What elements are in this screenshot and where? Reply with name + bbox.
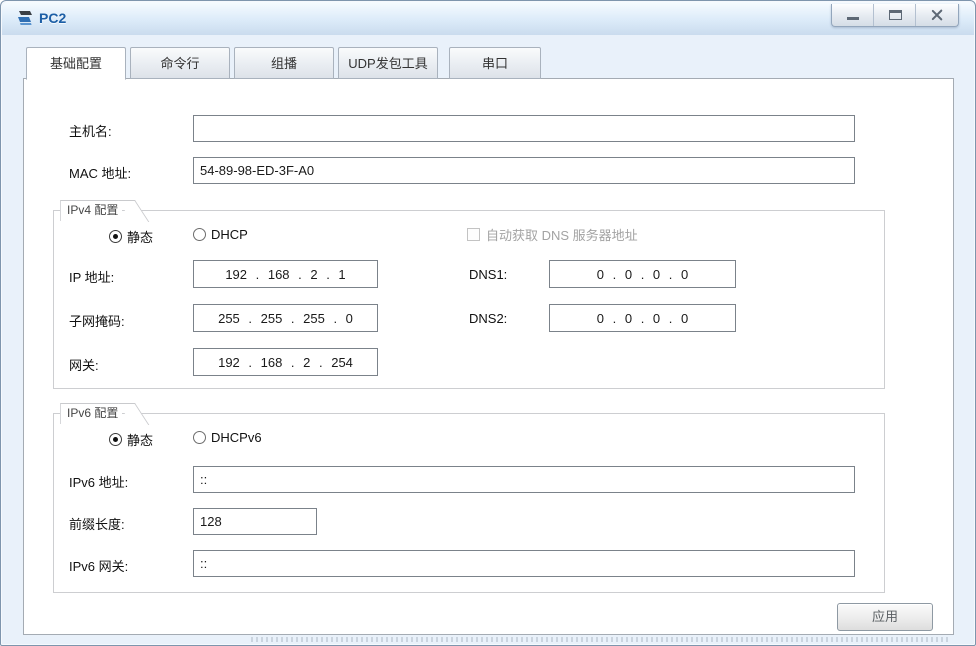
pc-icon bbox=[18, 11, 32, 25]
maximize-button[interactable] bbox=[874, 4, 916, 26]
titlebar[interactable]: PC2 bbox=[2, 2, 974, 35]
pc-config-window: PC2 基础配置 命令行 组播 UDP发包工具 串口 主机名: MAC 地址: bbox=[0, 0, 976, 646]
dns2-label: DNS2: bbox=[469, 311, 508, 326]
hostname-input[interactable] bbox=[193, 115, 855, 142]
dns1-label: DNS1: bbox=[469, 267, 508, 282]
ipv4-dhcp-radio[interactable]: DHCP bbox=[193, 227, 248, 242]
ipv4-group-label: IPv4 配置 bbox=[60, 200, 123, 221]
minimize-icon bbox=[847, 17, 859, 20]
radio-icon bbox=[193, 228, 206, 241]
tab-multicast[interactable]: 组播 bbox=[234, 47, 334, 79]
tab-serial[interactable]: 串口 bbox=[449, 47, 541, 79]
ipv4-dhcp-label: DHCP bbox=[211, 227, 248, 242]
close-icon bbox=[930, 8, 944, 22]
ipv6-dhcpv6-label: DHCPv6 bbox=[211, 430, 262, 445]
dns2-input[interactable] bbox=[549, 304, 736, 332]
ipv6-static-radio[interactable]: 静态 bbox=[109, 430, 153, 449]
ipv6-dhcpv6-radio[interactable]: DHCPv6 bbox=[193, 430, 262, 445]
radio-icon bbox=[109, 230, 122, 243]
tab-basic-config[interactable]: 基础配置 bbox=[26, 47, 126, 80]
ipv4-groupbox: IPv4 配置 静态 DHCP 自动获取 DNS 服务器地址 IP 地址: DN… bbox=[53, 200, 885, 389]
ip-address-input[interactable] bbox=[193, 260, 378, 288]
close-button[interactable] bbox=[916, 4, 958, 26]
ipv6-address-label: IPv6 地址: bbox=[69, 475, 129, 490]
gateway-label: 网关: bbox=[69, 358, 99, 373]
ipv4-static-radio[interactable]: 静态 bbox=[109, 227, 153, 246]
prefix-length-input[interactable] bbox=[193, 508, 317, 535]
subnet-mask-input[interactable] bbox=[193, 304, 378, 332]
gateway-input[interactable] bbox=[193, 348, 378, 376]
apply-button[interactable]: 应用 bbox=[837, 603, 933, 631]
checkbox-icon bbox=[467, 228, 480, 241]
dns1-input[interactable] bbox=[549, 260, 736, 288]
minimize-button[interactable] bbox=[832, 4, 874, 26]
basic-config-panel: 主机名: MAC 地址: IPv4 配置 静态 DHCP 自动获取 DNS 服务… bbox=[23, 78, 954, 635]
ipv6-address-input[interactable] bbox=[193, 466, 855, 493]
ipv6-groupbox: IPv6 配置 静态 DHCPv6 IPv6 地址: 前缀长度: IPv6 网关… bbox=[53, 403, 885, 593]
ipv6-gateway-label: IPv6 网关: bbox=[69, 559, 129, 574]
prefix-length-label: 前缀长度: bbox=[69, 517, 125, 532]
watermark bbox=[251, 637, 951, 642]
radio-icon bbox=[109, 433, 122, 446]
ipv4-static-label: 静态 bbox=[127, 230, 154, 245]
ipv6-group-label: IPv6 配置 bbox=[60, 403, 123, 424]
mac-input[interactable] bbox=[193, 157, 855, 184]
ipv6-static-label: 静态 bbox=[127, 433, 154, 448]
tab-bar: 基础配置 命令行 组播 UDP发包工具 串口 bbox=[26, 47, 545, 80]
maximize-icon bbox=[889, 10, 902, 20]
tab-cli[interactable]: 命令行 bbox=[130, 47, 230, 79]
radio-icon bbox=[193, 431, 206, 444]
mac-label: MAC 地址: bbox=[69, 166, 132, 181]
hostname-label: 主机名: bbox=[69, 124, 112, 139]
tab-udp-tool[interactable]: UDP发包工具 bbox=[338, 47, 438, 79]
window-controls bbox=[831, 4, 959, 27]
window-title: PC2 bbox=[39, 10, 67, 26]
dns-auto-label: 自动获取 DNS 服务器地址 bbox=[486, 228, 638, 243]
subnet-mask-label: 子网掩码: bbox=[69, 314, 125, 329]
dns-auto-checkbox[interactable]: 自动获取 DNS 服务器地址 bbox=[467, 225, 638, 244]
ipv6-gateway-input[interactable] bbox=[193, 550, 855, 577]
ip-address-label: IP 地址: bbox=[69, 270, 115, 285]
